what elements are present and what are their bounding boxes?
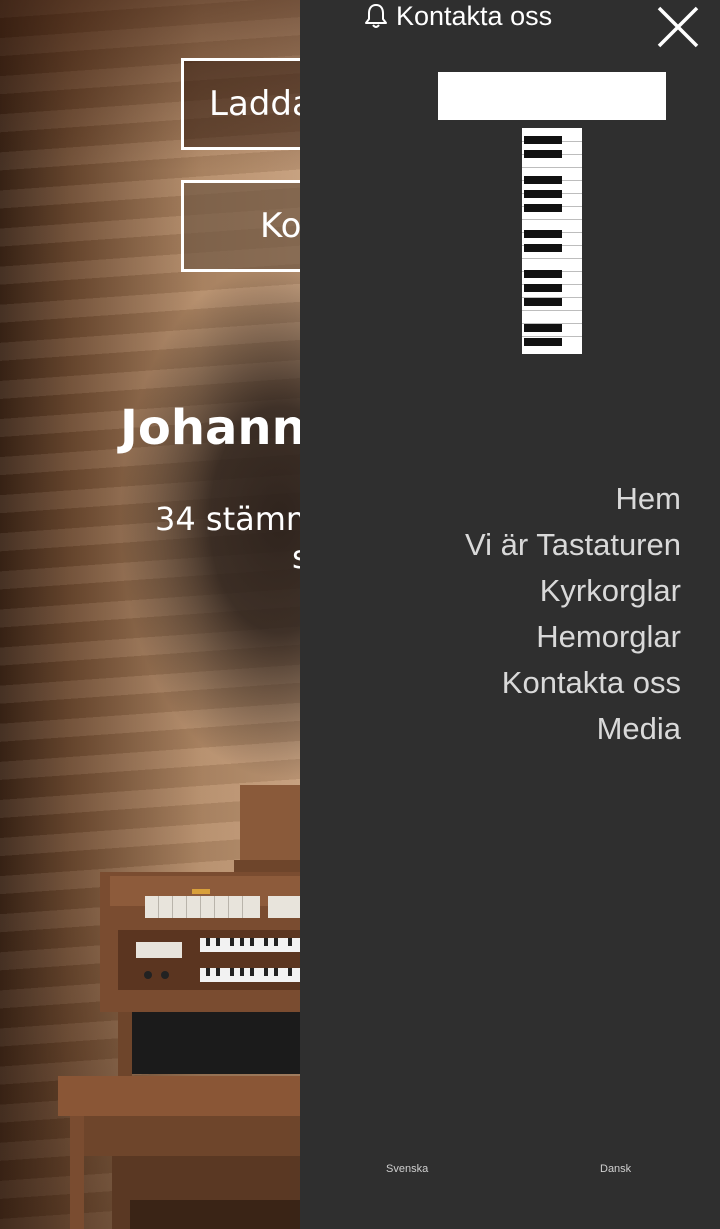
main-navigation: Hem Vi är Tastaturen Kyrkorglar Hemorgla… [465,476,681,752]
contact-link-label: Kontakta oss [396,0,553,31]
nav-item-vi-ar-tastaturen[interactable]: Vi är Tastaturen [465,522,681,568]
nav-item-hemorglar[interactable]: Hemorglar [465,614,681,660]
nav-item-hem[interactable]: Hem [465,476,681,522]
nav-item-media[interactable]: Media [465,706,681,752]
logo-bar [438,72,666,120]
organ-subtitle: 34 stämm [155,500,318,538]
organ-image [58,785,300,1229]
keyboard-logo [522,128,582,354]
language-svenska[interactable]: Svenska [386,1163,428,1175]
side-menu: Kontakta oss Hem Vi är Tastaturen Kyrkor… [300,0,720,1229]
bell-icon [365,4,387,28]
nav-item-kyrkorglar[interactable]: Kyrkorglar [465,568,681,614]
contact-link[interactable]: Kontakta oss [362,0,552,32]
close-icon[interactable] [656,5,700,49]
nav-item-kontakta-oss[interactable]: Kontakta oss [465,660,681,706]
language-dansk[interactable]: Dansk [600,1163,631,1175]
